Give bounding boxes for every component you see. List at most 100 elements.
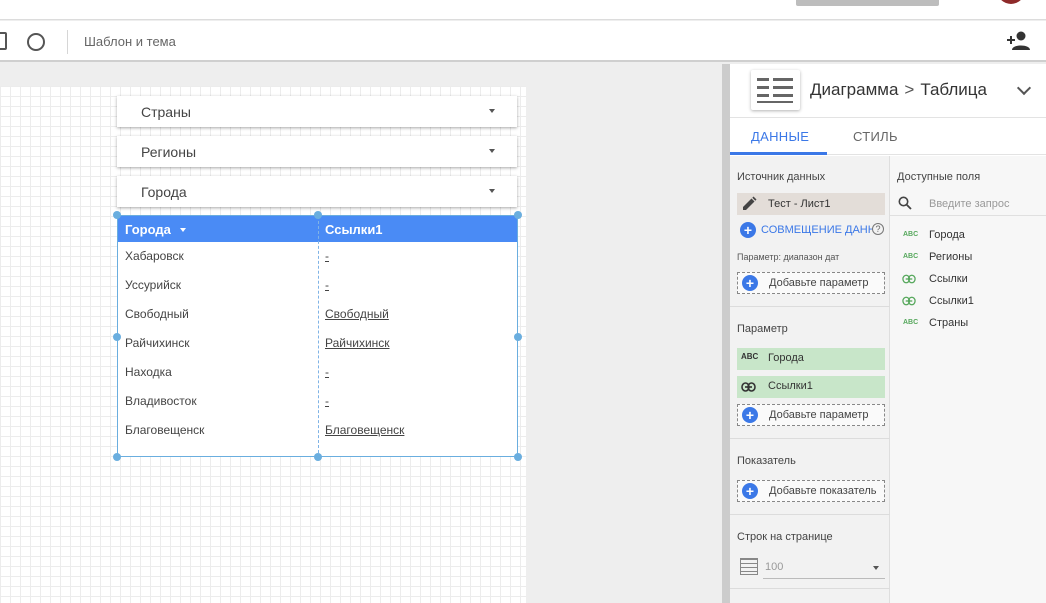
link-icon: [741, 382, 756, 392]
column-header-cities[interactable]: Города: [125, 222, 171, 237]
table-row: Владивосток -: [118, 387, 517, 416]
table-link[interactable]: -: [325, 365, 329, 379]
field-item[interactable]: Ссылки: [890, 270, 1046, 290]
add-user-icon[interactable]: [1007, 30, 1031, 52]
field-item[interactable]: Ссылки1: [890, 292, 1046, 312]
field-item[interactable]: ABC Регионы: [890, 248, 1046, 268]
section-divider: [730, 306, 890, 307]
field-item[interactable]: ABC Страны: [890, 314, 1046, 334]
dropdown-arrow-icon: [873, 566, 879, 570]
top-button[interactable]: [796, 0, 939, 6]
filter-countries[interactable]: Страны: [117, 96, 517, 127]
resize-handle[interactable]: [514, 211, 522, 219]
add-metric-button[interactable]: + Добавьте показатель: [737, 480, 885, 502]
pencil-icon[interactable]: [741, 196, 757, 212]
report-canvas[interactable]: Страны Регионы Города Города Ссылки1 Хаб…: [0, 86, 526, 603]
column-header-links[interactable]: Ссылки1: [325, 222, 383, 237]
table-row: Находка -: [118, 358, 517, 387]
link-icon: [902, 274, 916, 284]
dimension-title: Параметр: [737, 323, 788, 335]
toolbar-divider: [67, 30, 68, 54]
tab-data[interactable]: ДАННЫЕ: [751, 129, 809, 144]
table-link[interactable]: -: [325, 394, 329, 408]
data-source-title: Источник данных: [737, 171, 826, 183]
table-link[interactable]: Райчихинск: [325, 336, 390, 350]
resize-handle[interactable]: [514, 453, 522, 461]
blend-data-label: СОВМЕЩЕНИЕ ДАНН: [761, 223, 876, 236]
table-link[interactable]: Благовещенск: [325, 423, 404, 437]
resize-handle[interactable]: [113, 211, 121, 219]
help-icon[interactable]: ?: [872, 223, 884, 235]
available-fields-column: Доступные поля Введите запрос ABC Города…: [890, 156, 1046, 603]
resize-handle[interactable]: [514, 333, 522, 341]
table-row: Свободный Свободный: [118, 300, 517, 329]
filter-label: Регионы: [141, 144, 197, 160]
blend-data-button[interactable]: + СОВМЕЩЕНИЕ ДАНН: [740, 222, 876, 238]
plus-icon: +: [742, 407, 758, 423]
table-link[interactable]: -: [325, 249, 329, 263]
table-cell: Уссурийск: [125, 278, 182, 292]
tab-style[interactable]: СТИЛЬ: [853, 129, 898, 144]
date-range-title: Параметр: диапазон дат: [737, 252, 840, 262]
data-table[interactable]: Города Ссылки1 Хабаровск - Уссурийск - С…: [117, 215, 518, 457]
chevron-down-icon[interactable]: [1016, 80, 1032, 96]
available-fields-title: Доступные поля: [897, 171, 981, 183]
plus-icon: +: [742, 275, 758, 291]
panel-splitter[interactable]: [722, 64, 730, 603]
resize-handle[interactable]: [314, 453, 322, 461]
rectangle-tool-icon[interactable]: [0, 32, 7, 50]
add-dimension-button[interactable]: + Добавьте параметр: [737, 404, 885, 426]
link-icon: [902, 296, 916, 306]
table-link[interactable]: -: [325, 278, 329, 292]
panel-header: Диаграмма > Таблица: [730, 64, 1046, 118]
field-label: Ссылки: [929, 273, 968, 285]
section-divider: [730, 514, 890, 515]
add-param-label: Добавьте параметр: [769, 409, 869, 421]
field-label: Города: [929, 229, 965, 241]
breadcrumb: Диаграмма > Таблица: [810, 80, 987, 100]
table-row: Хабаровск -: [118, 242, 517, 271]
table-cell: Хабаровск: [125, 249, 184, 263]
metric-title: Показатель: [737, 455, 796, 467]
breadcrumb-chart[interactable]: Диаграмма: [810, 80, 898, 99]
resize-handle[interactable]: [113, 453, 121, 461]
dimension-chip[interactable]: Ссылки1: [737, 376, 885, 398]
dropdown-arrow-icon: [489, 189, 495, 193]
field-label: Регионы: [929, 251, 973, 263]
table-cell: Благовещенск: [125, 423, 205, 437]
filter-label: Страны: [141, 104, 191, 120]
select-underline: [763, 578, 885, 579]
rows-per-page-select[interactable]: 100: [737, 556, 885, 580]
add-date-range-button[interactable]: + Добавьте параметр: [737, 272, 885, 294]
rows-per-page-value: 100: [765, 561, 784, 573]
panel-tabs: ДАННЫЕ СТИЛЬ: [730, 119, 1046, 155]
search-input[interactable]: Введите запрос: [929, 198, 1009, 210]
sort-arrow-icon[interactable]: [180, 228, 186, 232]
circle-tool-icon[interactable]: [27, 33, 45, 51]
dimension-label: Ссылки1: [768, 380, 813, 392]
table-row: Благовещенск Благовещенск: [118, 416, 517, 445]
table-row: Уссурийск -: [118, 271, 517, 300]
avatar[interactable]: [997, 0, 1025, 4]
filter-cities[interactable]: Города: [117, 176, 517, 207]
chevron-right-icon: >: [904, 80, 915, 99]
plus-icon: +: [740, 222, 756, 238]
field-search[interactable]: Введите запрос: [890, 192, 1046, 216]
resize-handle[interactable]: [314, 211, 322, 219]
dimension-label: Города: [768, 352, 804, 364]
filter-regions[interactable]: Регионы: [117, 136, 517, 167]
dropdown-arrow-icon: [489, 149, 495, 153]
data-source-chip[interactable]: Тест - Лист1: [737, 193, 885, 215]
resize-handle[interactable]: [113, 333, 121, 341]
theme-button[interactable]: Шаблон и тема: [84, 34, 176, 49]
field-item[interactable]: ABC Города: [890, 226, 1046, 246]
plus-icon: +: [742, 483, 758, 499]
text-type-icon: ABC: [903, 319, 919, 326]
data-source-name: Тест - Лист1: [768, 198, 831, 210]
toolbar: Шаблон и тема: [0, 21, 1046, 62]
dimension-chip[interactable]: ABC Города: [737, 348, 885, 370]
text-type-icon: ABC: [903, 231, 919, 238]
top-strip: [0, 0, 1046, 20]
table-chart-icon: [751, 70, 800, 110]
table-link[interactable]: Свободный: [325, 307, 389, 321]
